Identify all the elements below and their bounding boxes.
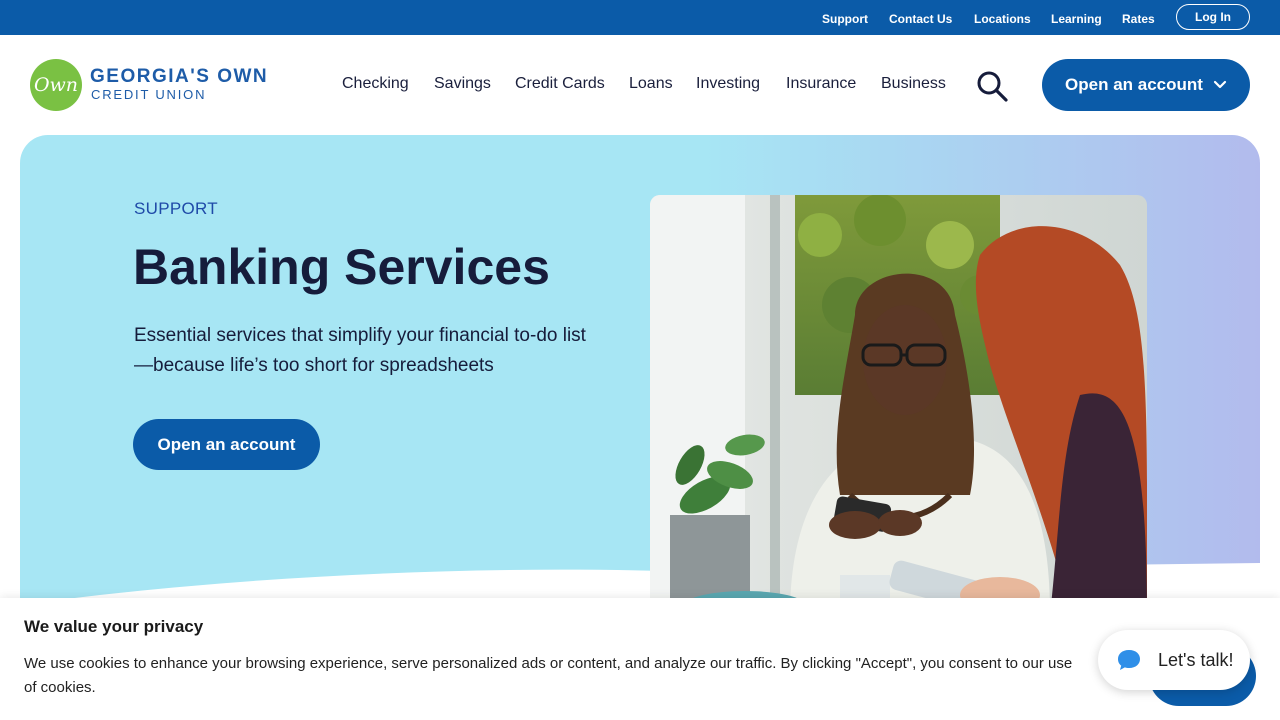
hero-photo [650,195,1147,615]
chevron-down-icon [1213,80,1227,89]
nav-item-business[interactable]: Business [881,75,946,93]
open-account-menu-button[interactable]: Open an account [1042,59,1250,111]
nav-item-loans[interactable]: Loans [629,75,673,93]
nav-item-investing[interactable]: Investing [696,75,760,93]
chat-label: Let's talk! [1158,649,1234,670]
cookie-banner-text: We use cookies to enhance your browsing … [24,655,1073,696]
chat-bubble[interactable]: Let's talk! [1098,630,1250,690]
cookie-banner: We value your privacy We use cookies to … [0,598,1280,720]
hero-photo-illustration [650,195,1147,615]
nav-item-insurance[interactable]: Insurance [786,75,856,93]
search-icon [977,71,1008,102]
utility-bar: Support Contact Us Locations Learning Ra… [0,0,1280,35]
open-account-button[interactable]: Open an account [133,419,320,470]
nav-item-checking[interactable]: Checking [342,75,409,93]
utility-link-locations[interactable]: Locations [974,12,1031,26]
utility-link-support[interactable]: Support [822,12,868,26]
search-button[interactable] [975,70,1009,102]
nav-item-credit-cards[interactable]: Credit Cards [515,75,605,93]
page-title: Banking Services [133,239,550,295]
chat-bubble-icon [1118,650,1140,670]
login-button[interactable]: Log In [1176,4,1250,30]
hero-eyebrow: SUPPORT [134,199,218,218]
logo-subtitle: CREDIT UNION [91,87,207,102]
logo-mark[interactable]: Own [30,59,82,111]
utility-link-rates[interactable]: Rates [1122,12,1155,26]
cookie-banner-title: We value your privacy [24,617,204,636]
utility-link-learning[interactable]: Learning [1051,12,1102,26]
hero-description: Essential services that simplify your fi… [134,325,586,376]
nav-item-savings[interactable]: Savings [434,75,491,93]
logo-name[interactable]: GEORGIA'S OWN [90,66,268,88]
open-account-label: Open an account [1065,75,1203,94]
utility-link-contact-us[interactable]: Contact Us [889,12,952,26]
